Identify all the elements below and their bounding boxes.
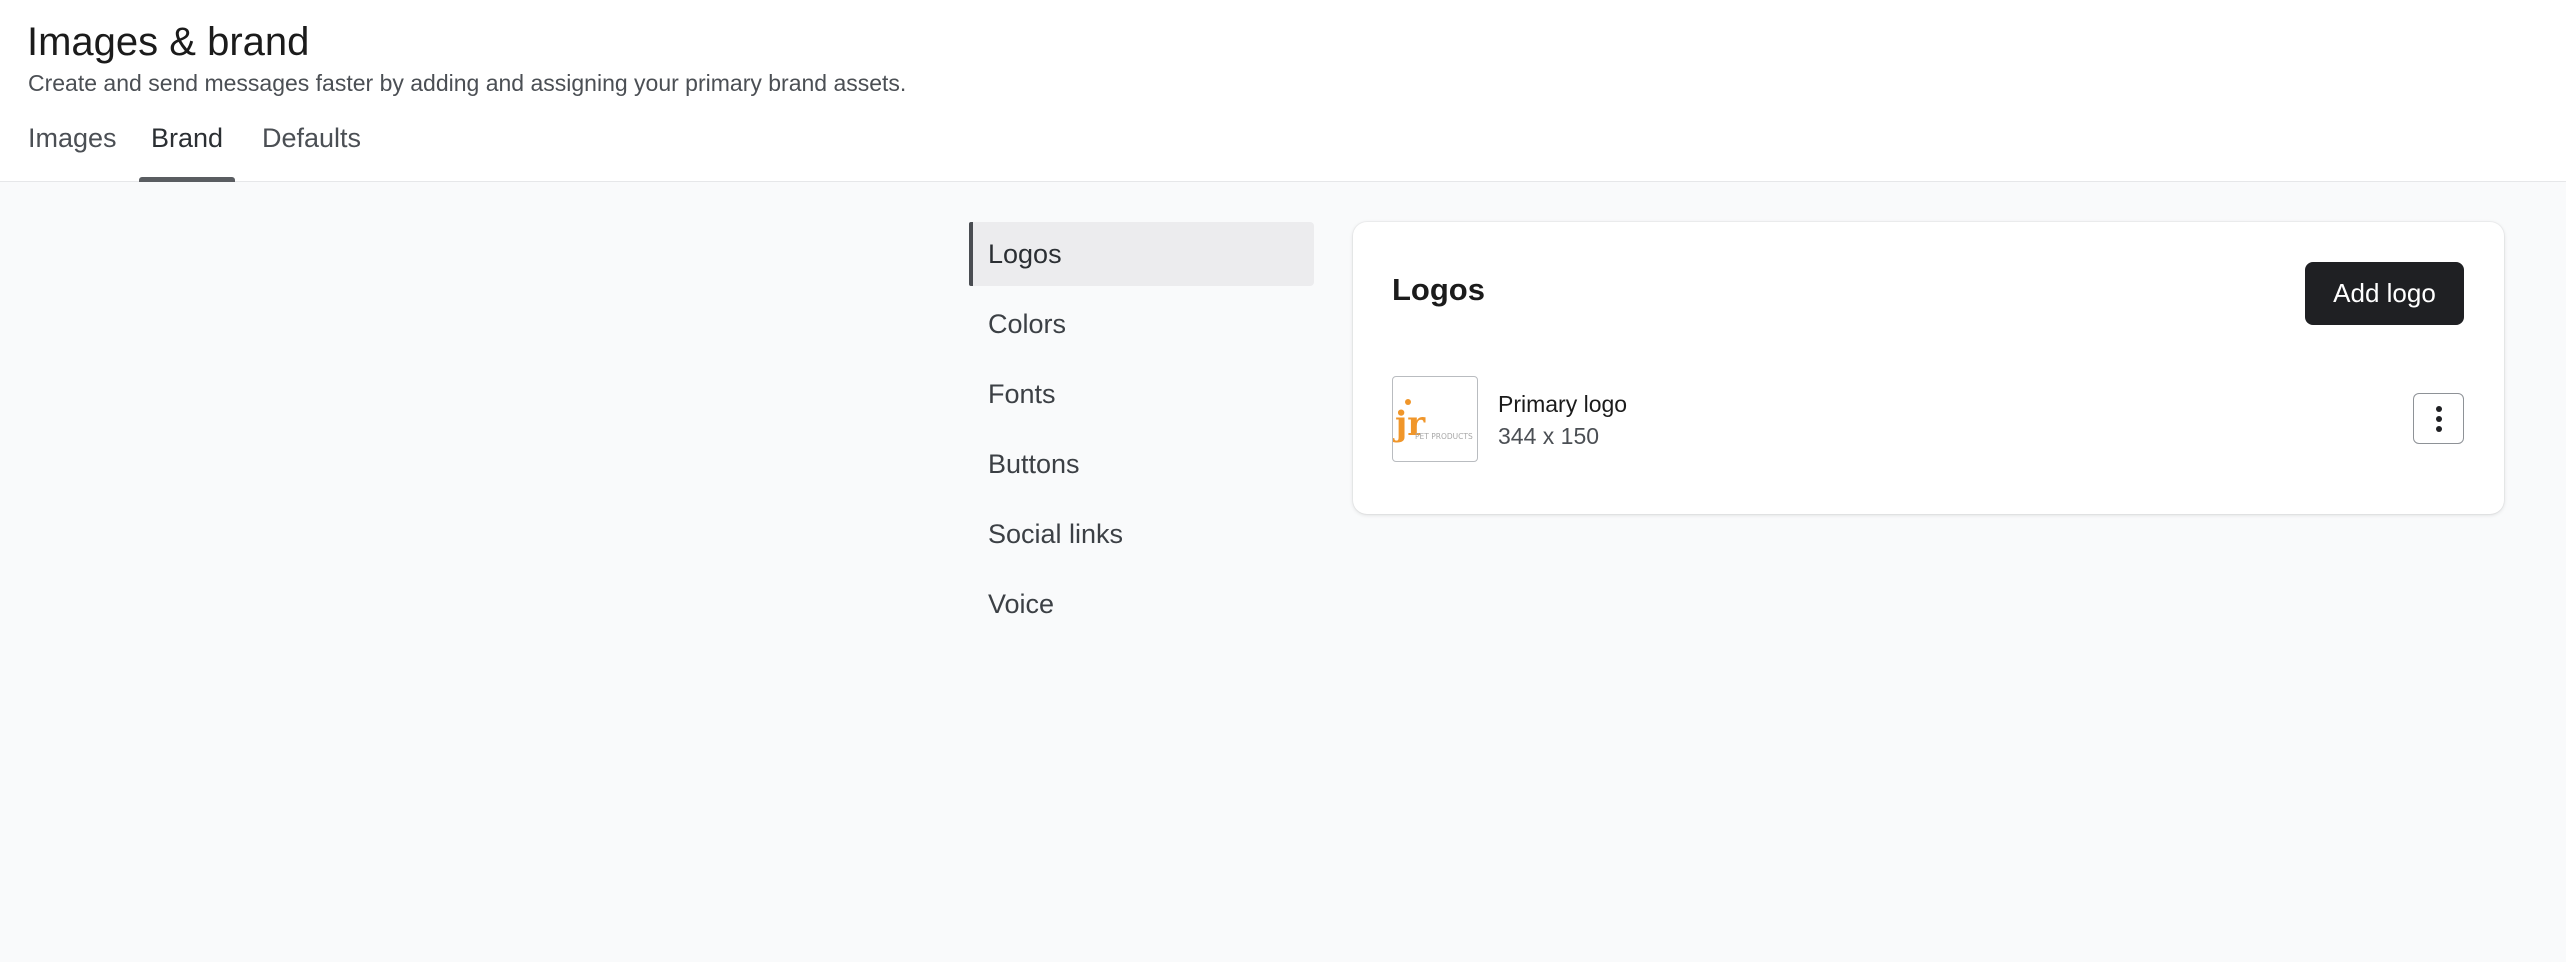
tab-defaults[interactable]: Defaults xyxy=(262,112,361,182)
page-title: Images & brand xyxy=(27,20,310,64)
logo-thumbnail[interactable]: jr PET PRODUCTS xyxy=(1392,376,1478,462)
logo-caption-text: PET PRODUCTS xyxy=(1415,432,1473,441)
sidenav-item-social-links[interactable]: Social links xyxy=(969,502,1314,566)
tab-images[interactable]: Images xyxy=(28,112,117,182)
sidenav-item-buttons[interactable]: Buttons xyxy=(969,432,1314,496)
logo-image: jr PET PRODUCTS xyxy=(1393,399,1473,444)
tab-brand[interactable]: Brand xyxy=(139,112,235,182)
sidenav-item-fonts[interactable]: Fonts xyxy=(969,362,1314,426)
logo-more-button[interactable] xyxy=(2413,393,2464,444)
card-title: Logos xyxy=(1392,272,1485,307)
page-subtitle: Create and send messages faster by addin… xyxy=(28,70,907,96)
logo-dimensions: 344 x 150 xyxy=(1498,423,1600,449)
brand-sidenav: Logos Colors Fonts Buttons Social links … xyxy=(969,222,1314,642)
add-logo-button[interactable]: Add logo xyxy=(2305,262,2464,325)
logo-list-item: jr PET PRODUCTS Primary logo 344 x 150 xyxy=(1392,376,2464,464)
more-vertical-icon xyxy=(2435,405,2442,432)
logos-card: Logos Add logo jr PET PRODUCTS Primary l… xyxy=(1353,222,2504,514)
logo-name: Primary logo xyxy=(1498,391,1628,417)
page-header: Images & brand Create and send messages … xyxy=(0,0,2566,182)
sidenav-item-voice[interactable]: Voice xyxy=(969,572,1314,636)
sidenav-item-colors[interactable]: Colors xyxy=(969,292,1314,356)
sidenav-item-logos[interactable]: Logos xyxy=(969,222,1314,286)
